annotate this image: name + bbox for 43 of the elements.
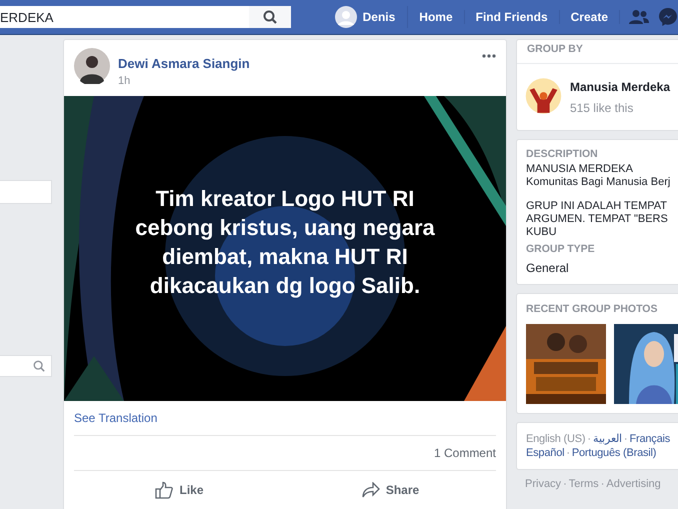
avatar-icon[interactable] [74,48,110,84]
language-link[interactable]: English (US) [526,433,586,445]
language-link[interactable]: العربية [592,433,622,445]
group-name-link[interactable]: Manusia Merdeka [570,80,670,94]
image-caption: Tim kreator Logo HUT RI cebong kristus, uang negara diembat, makna HUT RI dikacaukan dg logo Salib. [134,185,436,300]
language-link[interactable]: Français [629,433,670,445]
separator-dot: · [600,478,604,490]
avatar-icon [334,6,357,28]
thumbs-up-icon [155,481,174,499]
author-link[interactable]: Dewi Asmara Siangin [118,56,482,71]
section-heading: GROUP BY [517,40,678,64]
like-button[interactable]: Like [74,475,285,505]
input-field[interactable] [0,180,52,204]
section-heading: DESCRIPTION [526,148,599,160]
search-field[interactable]: ERDEKA [0,6,249,28]
profile-link[interactable]: Denis [334,6,408,28]
separator-dot: · [563,478,567,490]
separator-dot: · [587,433,591,445]
search-icon [262,10,277,24]
more-icon[interactable] [482,54,496,58]
search-button[interactable] [248,6,291,28]
nav-link[interactable]: Create [560,10,620,24]
friends-icon[interactable] [629,9,649,25]
search-icon [33,360,45,372]
nav-link[interactable]: Home [408,10,465,24]
see-translation-link[interactable]: See Translation [74,411,158,425]
search-field[interactable] [0,355,52,377]
share-icon [362,482,380,498]
comment-count[interactable]: 1 Comment [434,446,496,460]
post-time: 1h [118,75,132,87]
language-link[interactable]: Português (Brasil) [572,447,656,459]
language-link[interactable]: Español [526,447,564,459]
group-type: General [526,261,570,275]
separator-dot: · [566,447,570,459]
messenger-icon[interactable] [658,7,678,27]
like-count: 515 like this [570,100,634,114]
section-heading: RECENT GROUP PHOTOS [526,303,658,315]
description-text: MANUSIA MERDEKA Komunitas Bagi Manusia Berj [526,163,672,189]
description-text: GRUP INI ADALAH TEMPAT ARGUMEN. TEMPAT "BERS KUBU [526,200,669,239]
separator-dot: · [624,433,628,445]
nav-link[interactable]: Find Friends [464,10,560,24]
section-heading: GROUP TYPE [526,243,596,255]
share-button[interactable]: Share [285,475,496,505]
